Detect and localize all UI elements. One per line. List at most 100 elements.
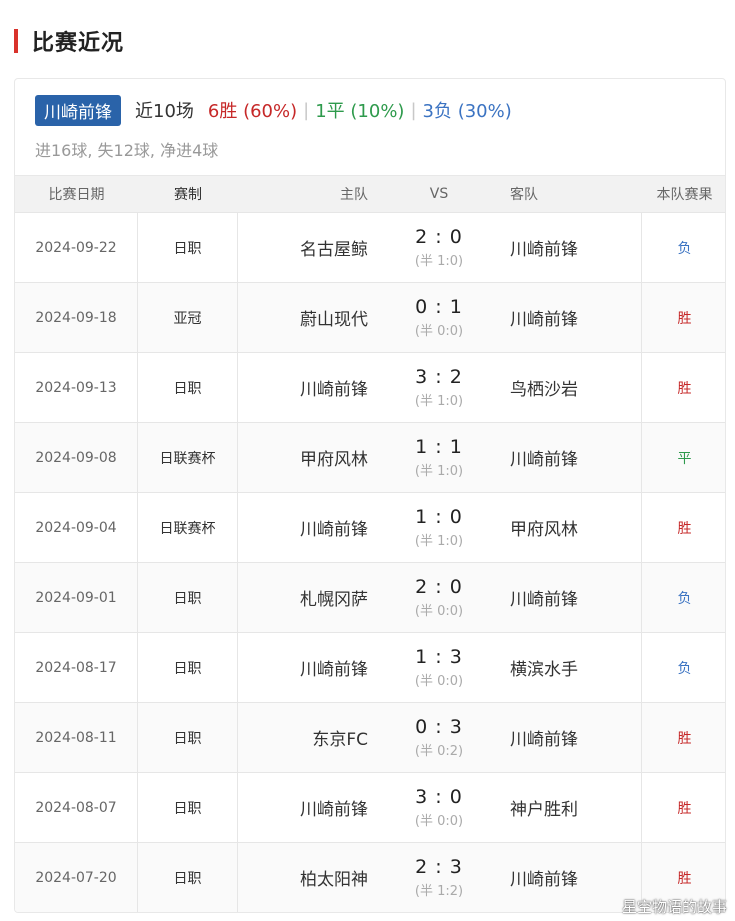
match-competition: 日职 (138, 843, 238, 912)
full-time-score: 1 : 1 (415, 436, 463, 458)
score-cell: 1 : 3 (半 0:0) (368, 633, 510, 702)
half-time-score: (半 1:0) (414, 534, 464, 549)
score-cell: 2 : 0 (半 1:0) (368, 213, 510, 282)
score-cell: 3 : 2 (半 1:0) (368, 353, 510, 422)
divider: | (303, 99, 310, 121)
match-row[interactable]: 2024-09-22 日职 名古屋鲸 2 : 0 (半 1:0) 川崎前锋 负 (15, 212, 725, 282)
score-cell: 2 : 0 (半 0:0) (368, 563, 510, 632)
match-result: 负 (677, 660, 692, 677)
home-team[interactable]: 川崎前锋 (238, 353, 368, 422)
away-team[interactable]: 甲府风林 (510, 493, 642, 562)
divider: | (410, 99, 417, 121)
col-away: 客队 (510, 187, 538, 203)
home-team[interactable]: 川崎前锋 (238, 493, 368, 562)
home-team[interactable]: 川崎前锋 (238, 773, 368, 842)
match-row[interactable]: 2024-09-13 日职 川崎前锋 3 : 2 (半 1:0) 鸟栖沙岩 胜 (15, 352, 725, 422)
home-team[interactable]: 札幌冈萨 (238, 563, 368, 632)
full-time-score: 2 : 3 (415, 856, 463, 878)
half-time-score: (半 0:0) (414, 604, 464, 619)
away-team[interactable]: 横滨水手 (510, 633, 642, 702)
recent-matches-card: 川崎前锋 近10场 6胜 (60%) | 1平 (10%) | 3负 (30%)… (14, 78, 726, 913)
score-cell: 1 : 1 (半 1:0) (368, 423, 510, 492)
match-competition: 日职 (138, 213, 238, 282)
match-date: 2024-08-11 (15, 703, 138, 772)
away-team[interactable]: 川崎前锋 (510, 563, 642, 632)
full-time-score: 2 : 0 (415, 576, 463, 598)
half-time-score: (半 1:0) (414, 254, 464, 269)
full-time-score: 3 : 2 (415, 366, 463, 388)
record-summary: 川崎前锋 近10场 6胜 (60%) | 1平 (10%) | 3负 (30%) (35, 94, 512, 126)
full-time-score: 0 : 3 (415, 716, 463, 738)
score-cell: 0 : 3 (半 0:2) (368, 703, 510, 772)
col-date: 比赛日期 (48, 187, 105, 203)
away-team[interactable]: 川崎前锋 (510, 423, 642, 492)
home-team[interactable]: 甲府风林 (238, 423, 368, 492)
away-team[interactable]: 鸟栖沙岩 (510, 353, 642, 422)
match-date: 2024-09-13 (15, 353, 138, 422)
match-row[interactable]: 2024-09-08 日联赛杯 甲府风林 1 : 1 (半 1:0) 川崎前锋 平 (15, 422, 725, 492)
watermark: 星空物语的故事 (621, 898, 727, 916)
home-team[interactable]: 东京FC (238, 703, 368, 772)
full-time-score: 3 : 0 (415, 786, 463, 808)
score-cell: 2 : 3 (半 1:2) (368, 843, 510, 912)
match-competition: 日职 (138, 353, 238, 422)
full-time-score: 0 : 1 (415, 296, 463, 318)
away-team[interactable]: 川崎前锋 (510, 213, 642, 282)
match-result: 胜 (677, 800, 692, 817)
table-body: 2024-09-22 日职 名古屋鲸 2 : 0 (半 1:0) 川崎前锋负 2024-09… (15, 212, 725, 912)
match-date: 2024-09-22 (15, 213, 138, 282)
match-result: 平 (677, 450, 692, 467)
full-time-score: 1 : 0 (415, 506, 463, 528)
match-result: 胜 (677, 380, 692, 397)
match-row[interactable]: 2024-08-11 日职 东京FC 0 : 3 (半 0:2) 川崎前锋 胜 (15, 702, 725, 772)
match-result: 胜 (677, 730, 692, 747)
matches-table: 比赛日期 赛制 主队 VS 客队 本队赛果 2024-09-22 日职 名古屋鲸 2 … (15, 175, 725, 912)
match-date: 2024-08-07 (15, 773, 138, 842)
match-row[interactable]: 2024-09-04 日联赛杯 川崎前锋 1 : 0 (半 1:0) 甲府风林 胜 (15, 492, 725, 562)
match-row[interactable]: 2024-07-20 日职 柏太阳神 2 : 3 (半 1:2) 川崎前锋胜 (15, 842, 725, 912)
full-time-score: 1 : 3 (415, 646, 463, 668)
wins-stat: 6胜 (60%) (207, 101, 298, 122)
col-result: 本队赛果 (656, 187, 713, 203)
match-row[interactable]: 2024-08-07 日职 川崎前锋 3 : 0 (半 0:0) 神户胜利 胜 (15, 772, 725, 842)
losses-stat: 3负 (30%) (422, 101, 512, 122)
table-header: 比赛日期 赛制 主队 VS 客队 本队赛果 (15, 175, 725, 212)
home-team[interactable]: 名古屋鲸 (238, 213, 368, 282)
home-team[interactable]: 蔚山现代 (238, 283, 368, 352)
team-badge[interactable]: 川崎前锋 (35, 94, 121, 126)
match-date: 2024-09-18 (15, 283, 138, 352)
half-time-score: (半 0:0) (414, 674, 464, 689)
match-competition: 日职 (138, 703, 238, 772)
match-row[interactable]: 2024-09-18 亚冠 蔚山现代 0 : 1 (半 0:0) 川崎前锋 胜 (15, 282, 725, 352)
match-row[interactable]: 2024-09-01 日职 札幌冈萨 2 : 0 (半 0:0) 川崎前锋 负 (15, 562, 725, 632)
col-competition: 赛制 (174, 187, 202, 203)
home-team[interactable]: 柏太阳神 (238, 843, 368, 912)
match-competition: 日职 (138, 773, 238, 842)
home-team[interactable]: 川崎前锋 (238, 633, 368, 702)
away-team[interactable]: 神户胜利 (510, 773, 642, 842)
score-cell: 0 : 1 (半 0:0) (368, 283, 510, 352)
match-row[interactable]: 2024-08-17 日职 川崎前锋 1 : 3 (半 0:0) 横滨水手 负 (15, 632, 725, 702)
away-team[interactable]: 川崎前锋 (510, 703, 642, 772)
match-result: 胜 (677, 520, 692, 537)
match-date: 2024-07-20 (15, 843, 138, 912)
match-result: 胜 (677, 310, 692, 327)
section-header: 比赛近况 (14, 28, 124, 56)
score-cell: 1 : 0 (半 1:0) (368, 493, 510, 562)
match-result: 负 (677, 590, 692, 607)
half-time-score: (半 1:2) (414, 884, 464, 899)
half-time-score: (半 1:0) (414, 464, 464, 479)
match-competition: 亚冠 (138, 283, 238, 352)
match-date: 2024-09-01 (15, 563, 138, 632)
col-vs: VS (429, 186, 449, 202)
score-cell: 3 : 0 (半 0:0) (368, 773, 510, 842)
draws-stat: 1平 (10%) (315, 101, 405, 122)
half-time-score: (半 0:0) (414, 324, 464, 339)
away-team[interactable]: 川崎前锋 (510, 283, 642, 352)
match-competition: 日职 (138, 633, 238, 702)
match-date: 2024-09-08 (15, 423, 138, 492)
half-time-score: (半 0:0) (414, 814, 464, 829)
col-home: 主队 (340, 187, 368, 203)
match-competition: 日联赛杯 (138, 423, 238, 492)
match-result: 负 (677, 240, 692, 257)
